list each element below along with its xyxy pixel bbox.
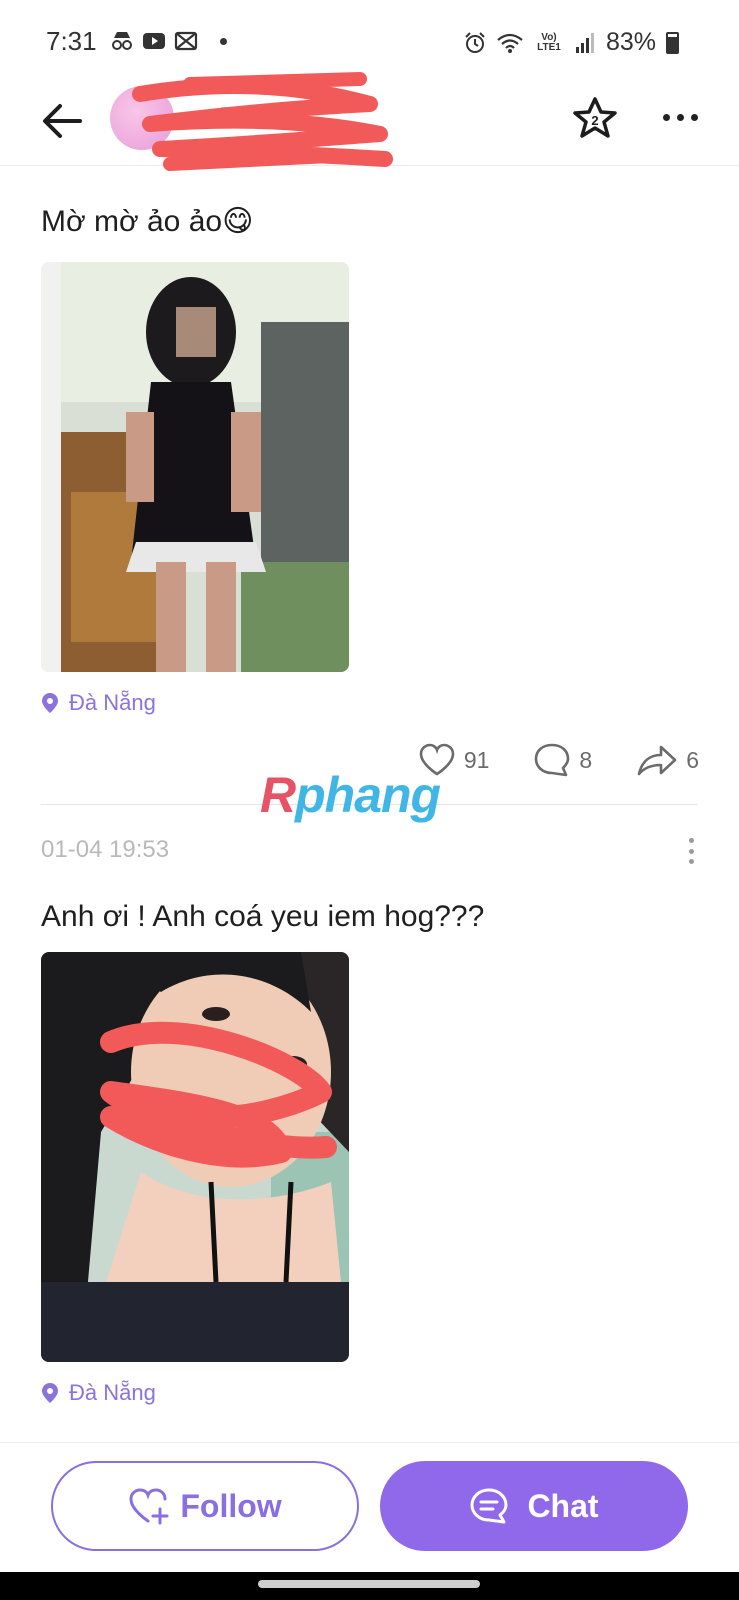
post-location[interactable]: Đà Nẵng [41,1380,156,1406]
location-pin-icon [42,693,58,713]
back-icon[interactable] [38,96,88,146]
star-icon[interactable]: 2 [570,94,620,144]
redaction-scribble [132,72,393,171]
post-text: Mờ mờ ảo ảo😋 [41,205,254,238]
more-notifications-dot [220,37,227,45]
post-more-icon[interactable] [687,838,695,864]
post-location[interactable]: Đà Nẵng [41,690,156,716]
chat-icon [470,1488,508,1524]
like-count: 91 [463,746,490,773]
post-photo[interactable] [41,952,349,1362]
follow-button[interactable]: Follow [51,1461,359,1551]
status-system-icons: Vo) LTE1 83% [464,28,679,57]
alarm-icon [465,31,485,53]
heart-plus-icon [129,1488,169,1525]
share-count: 6 [686,746,699,773]
comment-icon [535,743,570,777]
battery-icon [666,31,679,54]
profile-header: Zin 2 [0,72,739,171]
star-badge: 2 [591,113,598,128]
photo-image [41,952,349,1362]
network-type: Vo) LTE1 [537,31,561,53]
status-time: 7:31 [46,26,97,56]
post-timestamp: 01-04 19:53 [41,836,170,863]
youtube-icon [143,33,165,49]
comment-count: 8 [579,746,593,773]
location-label: Đà Nẵng [69,1380,156,1405]
capcut-icon [174,31,198,51]
signal-icon [575,32,594,53]
home-gesture-pill[interactable] [258,1580,480,1588]
wifi-icon [497,33,523,53]
watermark-logo: Rphang [260,767,441,823]
post-text: Anh ơi ! Anh coá yeu iem hog??? [41,900,485,933]
bottom-action-bar: Follow Chat [0,1442,739,1572]
comment-button[interactable]: 8 [533,742,592,778]
chat-button[interactable]: Chat [380,1461,688,1551]
system-nav-bar [0,1572,739,1600]
battery-percent: 83% [605,28,656,56]
previous-post-timestamp-clipped [41,140,48,162]
location-label: Đà Nẵng [69,690,156,715]
chat-label: Chat [527,1487,599,1524]
share-button[interactable]: 6 [636,743,699,777]
follow-label: Follow [180,1487,282,1524]
status-notification-icons [110,30,227,52]
more-icon[interactable] [655,102,705,132]
location-pin-icon [42,1383,58,1403]
incognito-icon [112,32,132,50]
share-icon [637,745,677,776]
photo-image [41,262,349,672]
post-photo[interactable] [41,262,349,672]
